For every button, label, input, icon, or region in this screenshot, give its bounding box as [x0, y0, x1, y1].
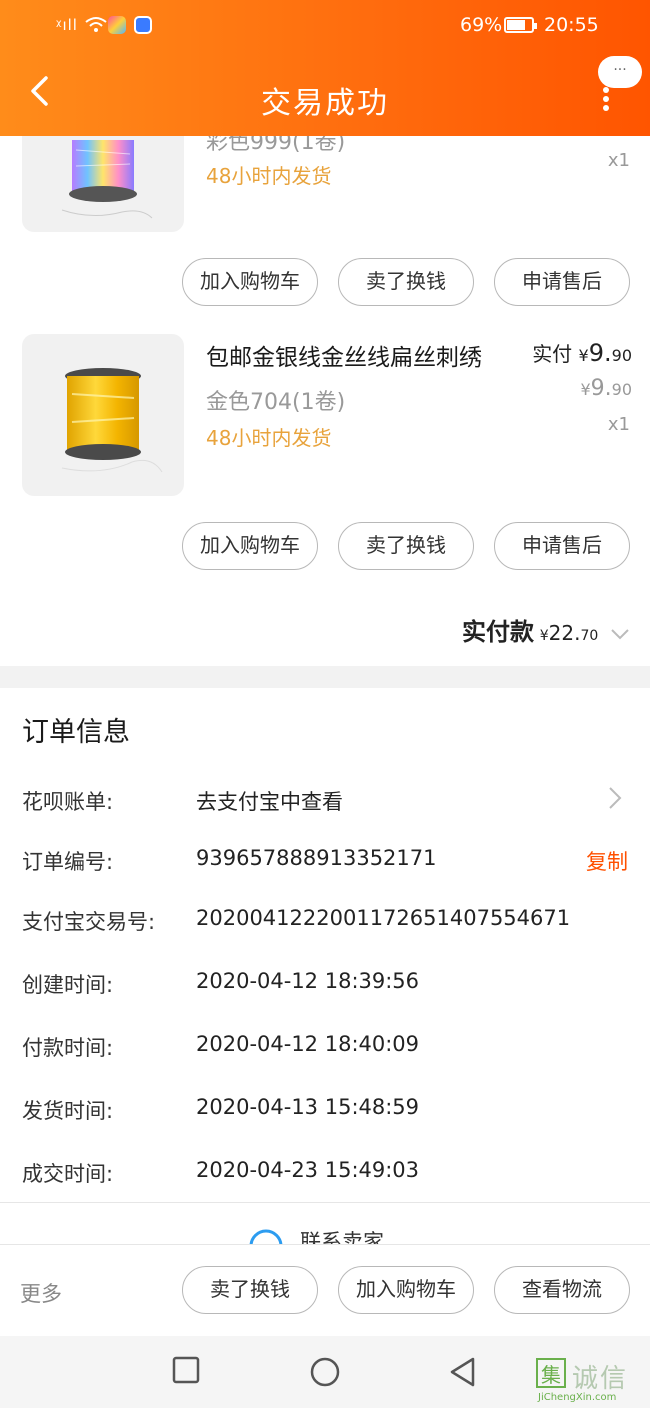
shipping-promise: 48小时内发货	[206, 164, 332, 188]
chevron-down-icon	[611, 629, 629, 640]
product-spec: 金色704(1卷)	[206, 390, 346, 415]
product-name[interactable]: 包邮金银线金丝线扁丝刺绣	[206, 338, 482, 372]
app-notification-icon	[108, 16, 126, 34]
square-icon	[172, 1356, 200, 1384]
wifi-icon	[85, 17, 107, 32]
battery-icon	[504, 17, 537, 33]
order-number-row: 订单编号: 939657888913352171 复制	[22, 846, 628, 876]
paid-time-row: 付款时间: 2020-04-12 18:40:09	[22, 1032, 420, 1060]
back-nav-button[interactable]	[448, 1356, 476, 1392]
paid-price: 实付 ¥9.90	[532, 339, 632, 367]
chevron-right-icon	[608, 786, 622, 816]
recent-apps-button[interactable]	[172, 1356, 200, 1388]
chat-face-icon	[249, 1229, 283, 1244]
page-title: 交易成功	[261, 86, 389, 121]
order-info-section: 订单信息 花呗账单: 去支付宝中查看 订单编号: 939657888913352…	[0, 688, 650, 1244]
view-logistics-button[interactable]: 查看物流	[494, 1266, 630, 1314]
order-info-title: 订单信息	[22, 717, 130, 748]
shipped-time-row: 发货时间: 2020-04-13 15:48:59	[22, 1095, 420, 1123]
status-bar: ᵡıll 69% 20:55	[0, 10, 650, 42]
resell-button[interactable]: 卖了换钱	[182, 1266, 318, 1314]
item-quantity: x1	[607, 150, 630, 171]
divider	[0, 1202, 650, 1203]
add-to-cart-button[interactable]: 加入购物车	[182, 522, 318, 570]
resell-button[interactable]: 卖了换钱	[338, 258, 474, 306]
add-to-cart-button[interactable]: 加入购物车	[338, 1266, 474, 1314]
gold-thread-spool-image	[61, 368, 163, 473]
circle-icon	[310, 1357, 340, 1387]
signal-wifi-indicator: ᵡıll	[56, 16, 108, 34]
triangle-back-icon	[450, 1357, 475, 1387]
copy-button[interactable]: 复制	[586, 846, 628, 876]
item-quantity: x1	[607, 414, 630, 435]
resell-button[interactable]: 卖了换钱	[338, 522, 474, 570]
completed-time-row: 成交时间: 2020-04-23 15:49:03	[22, 1158, 420, 1186]
created-time-row: 创建时间: 2020-04-12 18:39:56	[22, 969, 420, 997]
product-thumbnail[interactable]	[22, 334, 184, 496]
more-options-icon[interactable]	[600, 84, 612, 120]
huabei-bill-row[interactable]: 花呗账单: 去支付宝中查看	[0, 786, 650, 826]
alipay-transaction-row: 支付宝交易号: 2020041222001172651407554671	[22, 906, 571, 934]
bottom-action-bar: 更多 卖了换钱 加入购物车 查看物流	[0, 1244, 650, 1337]
after-sales-button[interactable]: 申请售后	[494, 258, 630, 306]
clock: 20:55	[544, 14, 599, 36]
original-price: ¥9.90	[580, 376, 632, 401]
app-header: ᵡıll 69% 20:55 交易成功 ···	[0, 0, 650, 136]
total-paid[interactable]: 实付款 ¥22.70	[462, 612, 630, 647]
more-link[interactable]: 更多	[20, 1278, 62, 1308]
order-item-card[interactable]: 彩色999(1卷) 48小时内发货 x1 加入购物车 卖了换钱 申请售后	[0, 70, 650, 316]
after-sales-button[interactable]: 申请售后	[494, 522, 630, 570]
battery-percent: 69%	[460, 14, 503, 36]
contact-seller-button[interactable]: 联系卖家	[248, 1226, 408, 1244]
order-item-card[interactable]: 包邮金银线金丝线扁丝刺绣 实付 ¥9.90 ¥9.90 金色704(1卷) 48…	[0, 316, 650, 666]
site-watermark: 集 诚信 JiChengXin.com	[534, 1356, 650, 1408]
add-to-cart-button[interactable]: 加入购物车	[182, 258, 318, 306]
shipping-promise: 48小时内发货	[206, 426, 332, 450]
home-button[interactable]	[309, 1356, 341, 1392]
music-app-icon	[134, 16, 152, 34]
